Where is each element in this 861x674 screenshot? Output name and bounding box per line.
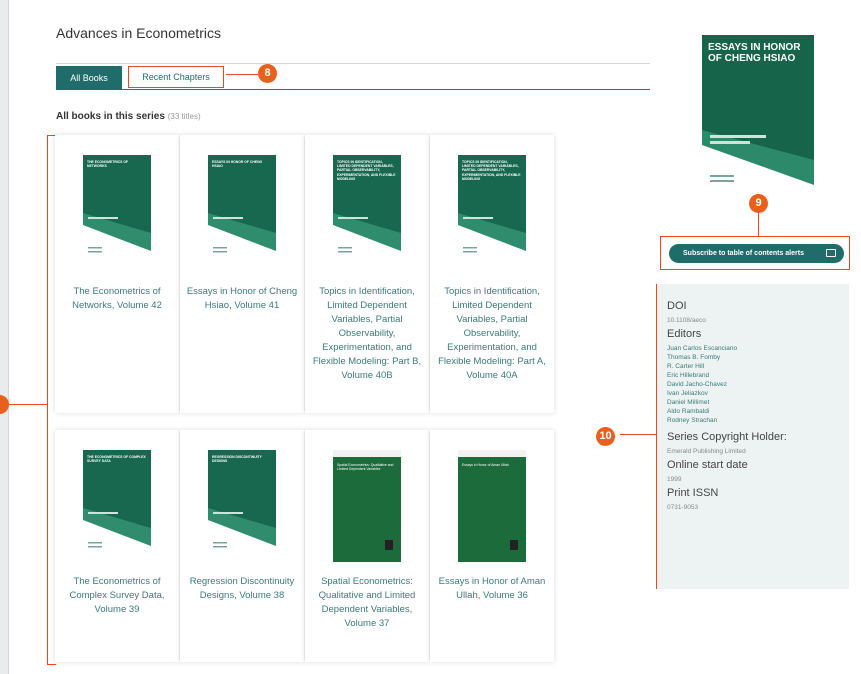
book-cover[interactable] — [83, 450, 151, 562]
book-cover-title: TOPICS IN IDENTIFICATION, LIMITED DEPEND… — [337, 160, 396, 181]
editors-list: Juan Carlos Escanciano Thomas B. Fomby R. … — [667, 344, 849, 425]
series-title: Advances in Econometrics — [56, 25, 221, 41]
callout-badge-9: 9 — [749, 194, 768, 213]
callout-line-8 — [226, 74, 258, 75]
start-date-value: 1999 — [667, 476, 682, 483]
book-title-link[interactable]: Spatial Econometrics: Qualitative and Li… — [309, 575, 425, 631]
book-cover-title: Essays in Honor of Aman Ullah — [462, 463, 509, 467]
book-title-link[interactable]: The Econometrics of Complex Survey Data,… — [59, 575, 175, 617]
book-cover[interactable] — [208, 450, 276, 562]
editor-link[interactable]: Thomas B. Fomby — [667, 353, 849, 362]
section-heading-text: All books in this series — [56, 111, 165, 122]
book-card[interactable]: TOPICS IN IDENTIFICATION, LIMITED DEPEND… — [305, 135, 429, 413]
copyright-label: Series Copyright Holder: — [667, 431, 787, 443]
issn-label: Print ISSN — [667, 487, 719, 499]
book-title-link[interactable]: Topics in Identification, Limited Depend… — [309, 285, 425, 383]
callout-line-10 — [620, 434, 656, 435]
book-card[interactable]: THE ECONOMETRICS OF NETWORKS The Economet… — [55, 135, 179, 413]
title-count: (33 titles) — [167, 112, 201, 121]
editor-link[interactable]: Rodney Strachan — [667, 416, 849, 425]
editor-link[interactable]: Daniel Millimet — [667, 398, 849, 407]
subscribe-alerts-button[interactable]: Subscribe to table of contents alerts — [669, 244, 844, 263]
callout-badge-8: 8 — [258, 64, 277, 83]
editors-label: Editors — [667, 328, 702, 340]
book-title-link[interactable]: Regression Discontinuity Designs, Volume… — [184, 575, 300, 603]
book-card[interactable]: Spatial Econometrics: Qualitative and Li… — [305, 430, 429, 662]
book-cover-title: TOPICS IN IDENTIFICATION, LIMITED DEPEND… — [462, 160, 521, 181]
callout-line-9 — [758, 213, 759, 236]
book-card[interactable]: ESSAYS IN HONOR OF CHENG HSIAO Essays in … — [180, 135, 304, 413]
tab-bar: All Books Recent Chapters — [56, 63, 650, 90]
book-title-link[interactable]: Topics in Identification, Limited Depend… — [434, 285, 550, 383]
book-card[interactable]: Essays in Honor of Aman Ullah Essays in H… — [430, 430, 554, 662]
editor-link[interactable]: Eric Hillebrand — [667, 371, 849, 380]
book-cover[interactable] — [208, 155, 276, 267]
start-date-label: Online start date — [667, 459, 748, 471]
book-card[interactable]: REGRESSION DISCONTINUITY DESIGNS Regressi… — [180, 430, 304, 662]
copyright-value: Emerald Publishing Limited — [667, 448, 746, 455]
series-metadata-panel: DOI 10.1108/aeco Editors Juan Carlos Esc… — [656, 284, 849, 589]
doi-value: 10.1108/aeco — [667, 317, 706, 324]
book-card[interactable]: THE ECONOMETRICS OF COMPLEX SURVEY DATA T… — [55, 430, 179, 662]
editor-link[interactable]: David Jacho-Chavez — [667, 380, 849, 389]
editor-link[interactable]: Juan Carlos Escanciano — [667, 344, 849, 353]
editor-link[interactable]: Aldo Rambaldi — [667, 407, 849, 416]
issn-value: 0731-9053 — [667, 504, 699, 511]
tab-recent-chapters[interactable]: Recent Chapters — [128, 66, 224, 88]
section-heading: All books in this series (33 titles) — [56, 111, 201, 122]
book-grid-bracket-tick — [4, 404, 47, 405]
book-title-link[interactable]: Essays in Honor of Cheng Hsiao, Volume 4… — [184, 285, 300, 313]
editor-link[interactable]: R. Carter Hill — [667, 362, 849, 371]
book-grid-bracket — [47, 135, 56, 665]
tab-all-books[interactable]: All Books — [56, 66, 122, 90]
subscribe-highlight: Subscribe to table of contents alerts — [660, 236, 850, 270]
editor-link[interactable]: Ivan Jeliazkov — [667, 389, 849, 398]
book-cover-title: THE ECONOMETRICS OF COMPLEX SURVEY DATA — [87, 455, 146, 464]
callout-badge-10: 10 — [596, 427, 615, 446]
featured-cover-title: ESSAYS IN HONOR OF CHENG HSIAO — [708, 42, 801, 64]
book-title-link[interactable]: Essays in Honor of Aman Ullah, Volume 36 — [434, 575, 550, 603]
book-cover-title: ESSAYS IN HONOR OF CHENG HSIAO — [212, 160, 263, 169]
doi-label: DOI — [667, 300, 687, 312]
book-cover-title: THE ECONOMETRICS OF NETWORKS — [87, 160, 129, 169]
book-cover-title: Spatial Econometrics: Qualitative and Li… — [337, 463, 394, 472]
book-cover[interactable] — [83, 155, 151, 267]
book-cover-title: REGRESSION DISCONTINUITY DESIGNS — [212, 455, 262, 464]
mail-icon — [826, 249, 836, 257]
book-card[interactable]: TOPICS IN IDENTIFICATION, LIMITED DEPEND… — [430, 135, 554, 413]
book-title-link[interactable]: The Econometrics of Networks, Volume 42 — [59, 285, 175, 313]
subscribe-label: Subscribe to table of contents alerts — [683, 250, 804, 257]
